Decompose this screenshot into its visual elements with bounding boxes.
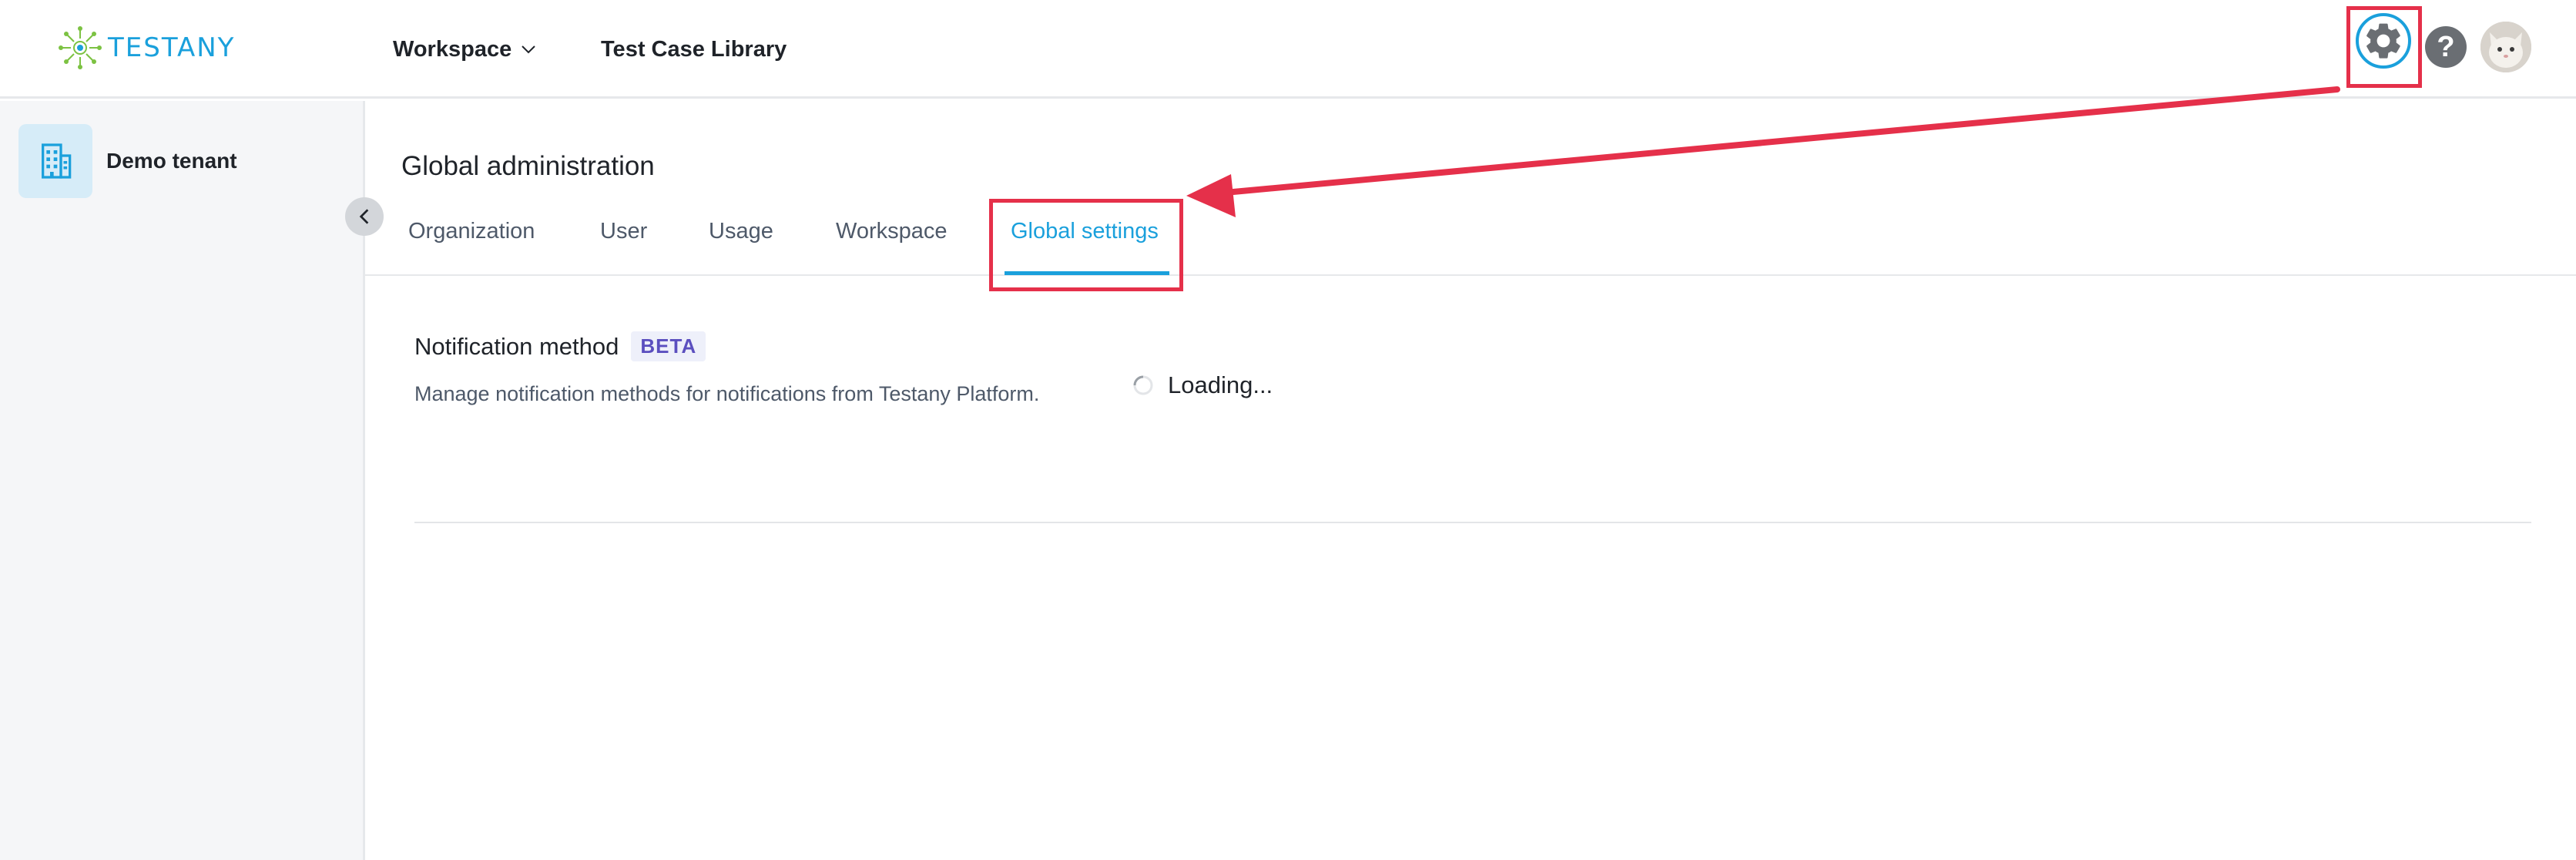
top-navigation-bar: TESTANY Workspace Test Case Library ? (0, 0, 2576, 99)
spinner-icon (1133, 375, 1153, 395)
chevron-left-icon (359, 209, 369, 224)
sidebar-collapse-button[interactable] (345, 197, 384, 236)
tab-organization[interactable]: Organization (408, 219, 535, 244)
chevron-down-icon (522, 45, 535, 54)
tenant-selector[interactable]: Demo tenant (18, 124, 237, 198)
annotation-arrow (1186, 86, 2340, 217)
tab-user[interactable]: User (600, 219, 647, 244)
loading-text: Loading... (1168, 371, 1273, 398)
user-avatar[interactable] (2480, 22, 2531, 72)
sidebar: Demo tenant (0, 101, 365, 860)
active-tab-indicator (1005, 271, 1169, 275)
beta-badge: BETA (631, 331, 706, 361)
tenant-name: Demo tenant (106, 149, 237, 173)
notification-method-description: Manage notification methods for notifica… (414, 382, 1040, 405)
gear-icon (2366, 23, 2400, 59)
tenant-icon-tile (18, 124, 92, 198)
help-button[interactable]: ? (2425, 26, 2467, 68)
settings-button[interactable] (2356, 13, 2411, 69)
nav-test-case-library[interactable]: Test Case Library (601, 31, 787, 68)
tab-usage[interactable]: Usage (709, 219, 773, 244)
question-mark-icon: ? (2437, 31, 2455, 63)
page-title: Global administration (401, 151, 655, 181)
logo-text: TESTANY (108, 32, 236, 63)
section-divider (414, 522, 2531, 523)
notification-method-title: Notification method (414, 332, 619, 360)
nav-library-label: Test Case Library (601, 36, 787, 62)
logo-icon (59, 26, 102, 69)
tab-workspace[interactable]: Workspace (836, 219, 948, 244)
nav-workspace-dropdown[interactable]: Workspace (393, 31, 538, 68)
admin-tabs: Organization User Usage Workspace Global… (365, 208, 2576, 276)
cat-avatar-image (2480, 22, 2531, 72)
building-icon (42, 143, 72, 179)
loading-indicator: Loading... (1132, 371, 1273, 399)
notification-method-heading: Notification method BETA (414, 331, 706, 361)
tab-global-settings[interactable]: Global settings (1011, 219, 1159, 244)
testany-logo[interactable]: TESTANY (57, 23, 235, 72)
nav-workspace-label: Workspace (393, 36, 512, 62)
